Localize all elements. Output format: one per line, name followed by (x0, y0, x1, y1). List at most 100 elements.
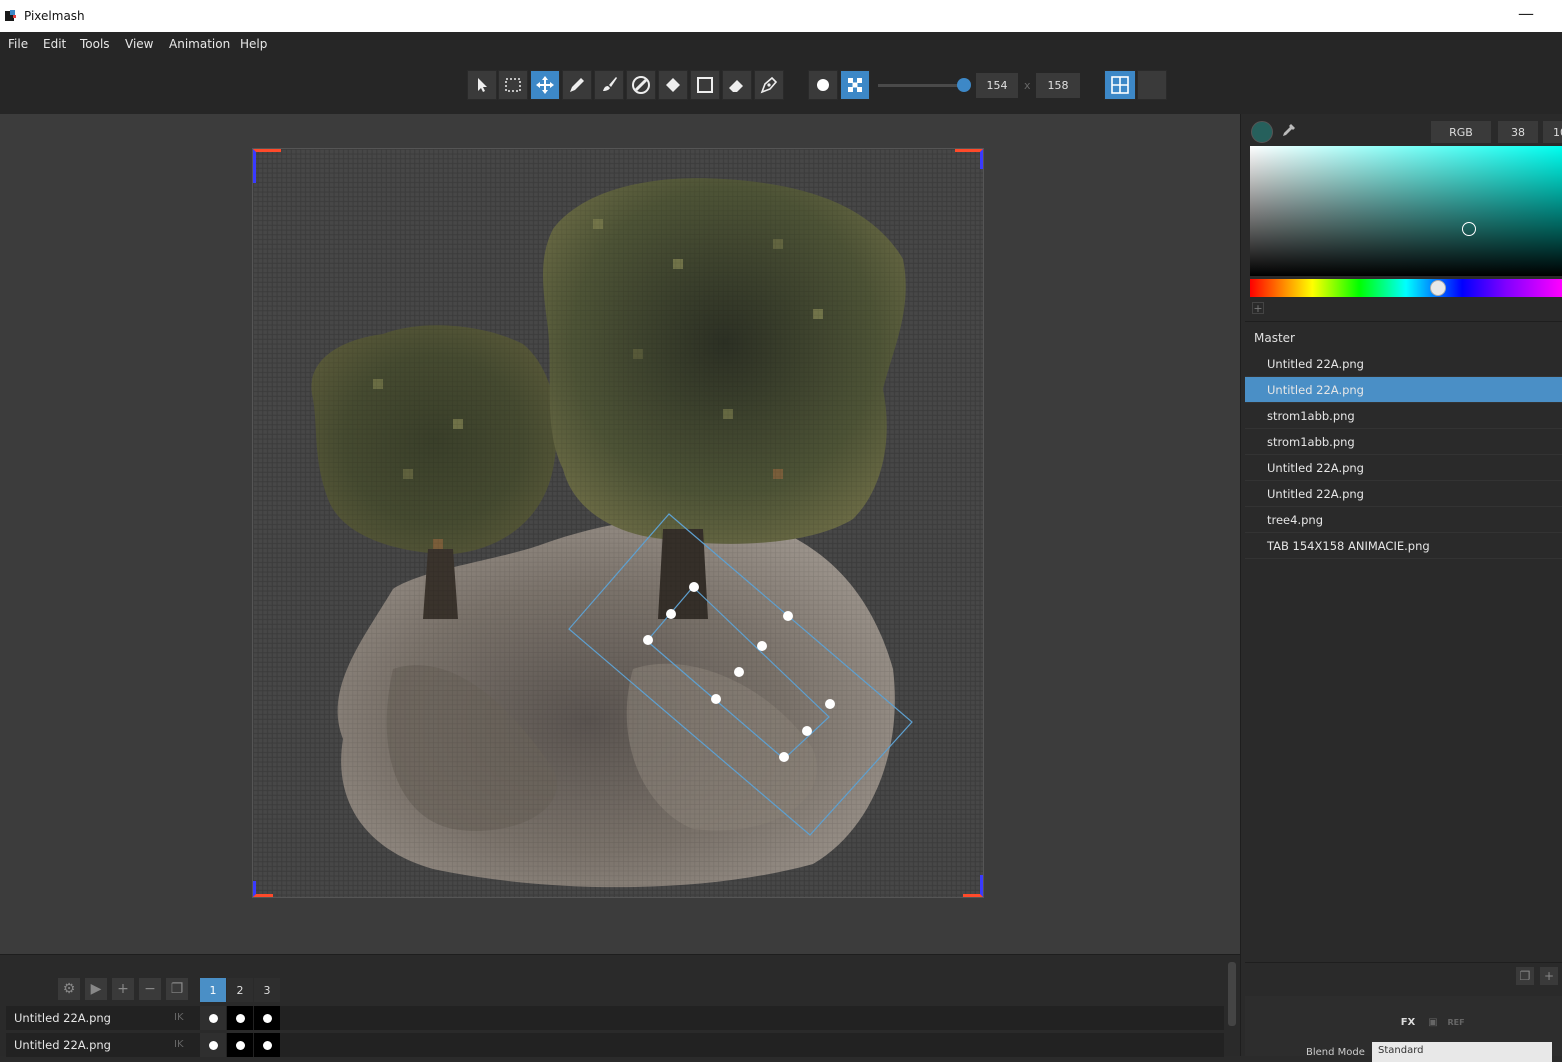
pixel-canvas[interactable] (252, 148, 984, 898)
timeline-row[interactable]: Untitled 22A.png IK (6, 1033, 1224, 1057)
fx-button[interactable]: FX (1398, 1012, 1418, 1032)
layer-row[interactable]: Untitled 22A.png (1245, 455, 1562, 481)
layers-footer: ❐ + (1245, 962, 1562, 988)
color-channel-field-2[interactable]: 10 (1543, 121, 1562, 143)
pointer-tool-button[interactable] (467, 70, 497, 100)
eraser-tool-button[interactable] (722, 70, 752, 100)
disc-icon (632, 76, 650, 94)
brush-tool-button[interactable] (594, 70, 624, 100)
frame-cell[interactable] (200, 1033, 226, 1057)
duplicate-layer-icon[interactable]: ❐ (1516, 967, 1534, 985)
menu-animation[interactable]: Animation (169, 37, 230, 51)
dimension-separator: x (1024, 79, 1031, 92)
menu-help[interactable]: Help (240, 37, 267, 51)
frame-cell[interactable] (254, 1033, 280, 1057)
layer-name: tree4.png (1267, 513, 1323, 527)
menu-tools[interactable]: Tools (80, 37, 110, 51)
height-field[interactable]: 158 (1036, 73, 1080, 98)
frame-tab-2[interactable]: 2 (227, 978, 253, 1002)
brush-size-slider-knob[interactable] (957, 78, 971, 92)
keyframe-dot (208, 1040, 218, 1050)
round-dot-icon (817, 79, 829, 91)
frame-cell[interactable] (227, 1033, 253, 1057)
layers-master-label: Master (1254, 331, 1295, 345)
canvas-corner-marker (963, 875, 983, 897)
eyedropper-icon[interactable] (1280, 121, 1298, 139)
add-swatch-button[interactable]: + (1252, 302, 1264, 315)
marquee-tool-button[interactable] (498, 70, 528, 100)
color-mode-button[interactable]: RGB (1431, 121, 1491, 143)
sv-picker-cursor[interactable] (1462, 222, 1476, 236)
pen-nib-icon (760, 76, 778, 94)
layer-row[interactable]: strom1abb.png (1245, 403, 1562, 429)
frame-cell[interactable] (254, 1006, 280, 1030)
mask-icon[interactable]: ▣ (1423, 1012, 1443, 1032)
grid-icon (1111, 76, 1129, 94)
timeline-layer-name: Untitled 22A.png (14, 1011, 111, 1025)
timeline-settings-icon[interactable]: ⚙ (58, 978, 80, 1000)
frame-tab-1[interactable]: 1 (200, 978, 226, 1002)
color-channel-field[interactable]: 38 (1498, 121, 1538, 143)
hue-slider[interactable] (1250, 279, 1562, 297)
layer-name: Untitled 22A.png (1267, 487, 1364, 501)
layer-name: TAB 154X158 ANIMACIE.png (1267, 539, 1430, 553)
hue-slider-knob[interactable] (1430, 280, 1446, 296)
rectangle-tool-button[interactable] (690, 70, 720, 100)
keyframe-dot (262, 1040, 272, 1050)
layer-row[interactable]: tree4.png (1245, 507, 1562, 533)
circle-fill-tool-button[interactable] (626, 70, 656, 100)
grid-view-button[interactable] (1104, 70, 1136, 100)
layer-row[interactable]: Untitled 22A.png (1245, 351, 1562, 377)
layer-row-selected[interactable]: Untitled 22A.png (1245, 377, 1562, 403)
menu-file[interactable]: File (8, 37, 28, 51)
blend-mode-select[interactable]: Standard (1372, 1042, 1552, 1062)
menu-view[interactable]: View (125, 37, 153, 51)
width-field[interactable]: 154 (976, 73, 1018, 98)
layer-row[interactable]: strom1abb.png (1245, 429, 1562, 455)
pointer-icon (478, 78, 487, 92)
title-bar: Pixelmash — (0, 0, 1562, 32)
move-arrows-icon (536, 76, 554, 94)
ik-label[interactable]: IK (174, 1039, 184, 1050)
current-color-swatch[interactable] (1251, 121, 1273, 143)
layer-name: strom1abb.png (1267, 435, 1355, 449)
keyframe-dot (262, 1013, 272, 1023)
frame-cell[interactable] (227, 1006, 253, 1030)
ik-label[interactable]: IK (174, 1012, 184, 1023)
timeline-row[interactable]: Untitled 22A.png IK (6, 1006, 1224, 1030)
menu-edit[interactable]: Edit (43, 37, 66, 51)
pen-tool-button[interactable] (754, 70, 784, 100)
canvas-corner-marker (253, 149, 281, 183)
minimize-button[interactable]: — (1516, 4, 1536, 24)
brush-size-slider-track[interactable] (878, 84, 964, 87)
saturation-value-picker[interactable] (1250, 146, 1562, 276)
single-view-button[interactable] (1137, 70, 1167, 100)
frame-tab-3[interactable]: 3 (254, 978, 280, 1002)
keyframe-dot (235, 1040, 245, 1050)
layer-row[interactable]: TAB 154X158 ANIMACIE.png (1245, 533, 1562, 559)
add-layer-icon[interactable]: + (1540, 967, 1558, 985)
tree-artwork (253, 149, 983, 897)
app-logo-icon (5, 10, 16, 21)
layer-name: Untitled 22A.png (1267, 383, 1364, 397)
canvas-corner-marker (955, 149, 983, 169)
remove-frame-icon[interactable]: − (139, 978, 161, 1000)
frame-cell[interactable] (200, 1006, 226, 1030)
menu-bar: File Edit Tools View Animation Help (0, 32, 1562, 56)
fill-tool-button[interactable] (658, 70, 688, 100)
checker-brush-shape-button[interactable] (840, 70, 870, 100)
move-tool-button[interactable] (530, 70, 560, 100)
checker-pattern-icon (848, 78, 862, 92)
keyframe-dot (235, 1013, 245, 1023)
marquee-select-icon (505, 78, 521, 92)
ref-button[interactable]: REF (1446, 1012, 1466, 1032)
timeline-scrollbar[interactable] (1228, 962, 1236, 1026)
duplicate-frame-icon[interactable]: ❐ (166, 978, 188, 1000)
play-icon[interactable]: ▶ (85, 978, 107, 1000)
add-frame-icon[interactable]: + (112, 978, 134, 1000)
pencil-tool-button[interactable] (562, 70, 592, 100)
keyframe-dot (208, 1013, 218, 1023)
round-brush-shape-button[interactable] (808, 70, 838, 100)
pencil-icon (570, 78, 584, 92)
layer-row[interactable]: Untitled 22A.png (1245, 481, 1562, 507)
